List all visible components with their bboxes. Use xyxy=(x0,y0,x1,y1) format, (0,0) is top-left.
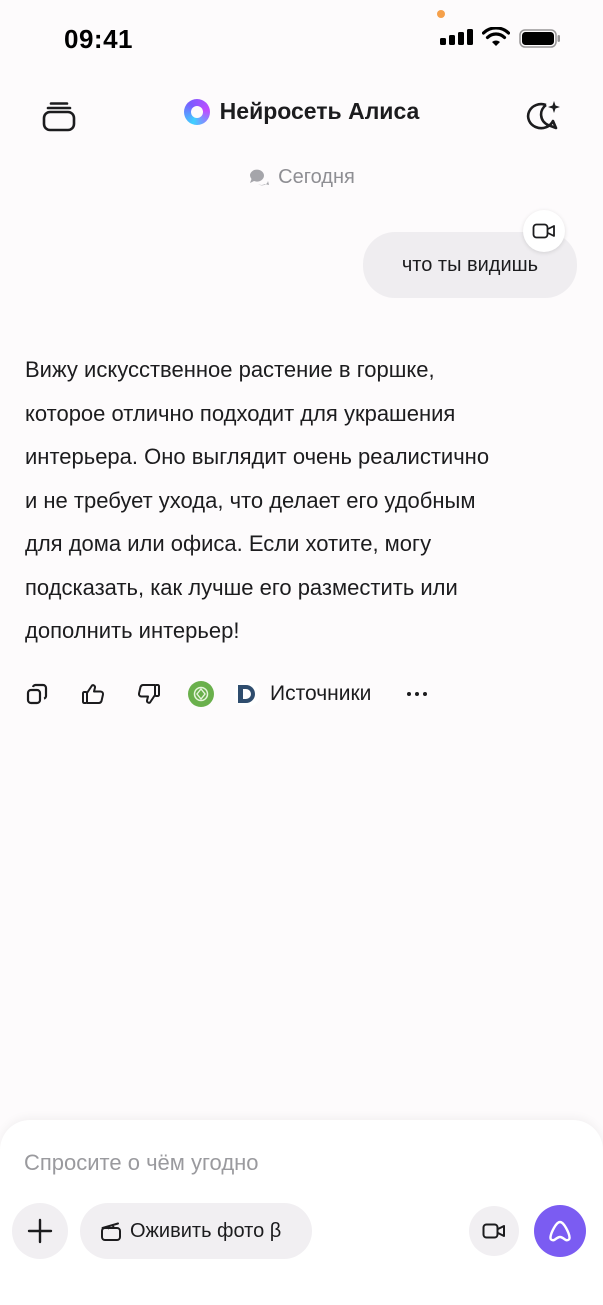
message-actions: Источники xyxy=(20,672,435,716)
assistant-message-line: Вижу искусственное растение в горшке, xyxy=(25,357,435,382)
like-button[interactable] xyxy=(76,677,110,711)
wifi-icon xyxy=(482,27,510,46)
status-time: 09:41 xyxy=(64,24,133,54)
video-camera-icon xyxy=(482,1223,505,1239)
assistant-message-line: интерьера. Оно выглядит очень реалистичн… xyxy=(25,444,490,469)
assistant-message: Вижу искусственное растение в горшке, ко… xyxy=(25,348,555,653)
new-chat-button[interactable] xyxy=(522,94,566,138)
prompt-input[interactable] xyxy=(24,1145,564,1181)
page-title: Нейросеть Алиса xyxy=(219,98,420,124)
thumbs-down-icon xyxy=(137,684,160,704)
assistant-message-line: подсказать, как лучше его разместить или xyxy=(25,574,458,600)
clapperboard-icon xyxy=(101,1222,121,1241)
video-camera-icon xyxy=(532,223,555,239)
assistant-message-line: и не требует ухода, что делает его удобн… xyxy=(25,487,476,513)
sources-button[interactable]: Источники xyxy=(188,674,371,714)
assistant-message-line: для дома или офиса. Если хотите, могу xyxy=(25,531,432,556)
plus-icon xyxy=(27,1218,53,1244)
date-separator: Сегодня xyxy=(0,166,603,189)
user-message-text: что ты видишь xyxy=(401,253,539,276)
alice-voice-button[interactable] xyxy=(534,1205,586,1257)
chat-bubbles-icon xyxy=(250,169,270,185)
animate-photo-label: Оживить фото β xyxy=(130,1219,282,1242)
animate-photo-button[interactable]: Оживить фото β xyxy=(80,1203,312,1259)
video-attachment-badge[interactable] xyxy=(523,210,565,252)
more-icon xyxy=(407,692,412,696)
source-site-icon xyxy=(188,681,214,707)
dislike-button[interactable] xyxy=(132,677,166,711)
alice-icon xyxy=(549,1220,571,1242)
assistant-message-line: дополнить интерьер! xyxy=(25,618,240,643)
app-header: Нейросеть Алиса xyxy=(0,88,603,144)
cellular-signal-icon xyxy=(440,29,473,45)
source-d-icon xyxy=(234,681,260,707)
header-title-group[interactable]: Нейросеть Алиса xyxy=(0,98,603,125)
new-chat-icon xyxy=(526,101,560,130)
date-label: Сегодня xyxy=(278,166,355,188)
copy-button[interactable] xyxy=(20,677,54,711)
alice-logo-icon xyxy=(183,98,210,125)
copy-icon xyxy=(26,683,48,705)
add-attachment-button[interactable] xyxy=(12,1203,68,1259)
battery-icon xyxy=(519,29,560,48)
status-bar: 09:41 xyxy=(0,0,603,70)
thumbs-up-icon xyxy=(82,684,105,704)
sources-label: Источники xyxy=(270,682,372,705)
privacy-indicator-dot xyxy=(437,10,445,18)
more-button[interactable] xyxy=(399,677,435,711)
video-camera-button[interactable] xyxy=(469,1206,519,1256)
assistant-message-line: которое отлично подходит для украшения xyxy=(25,400,456,426)
